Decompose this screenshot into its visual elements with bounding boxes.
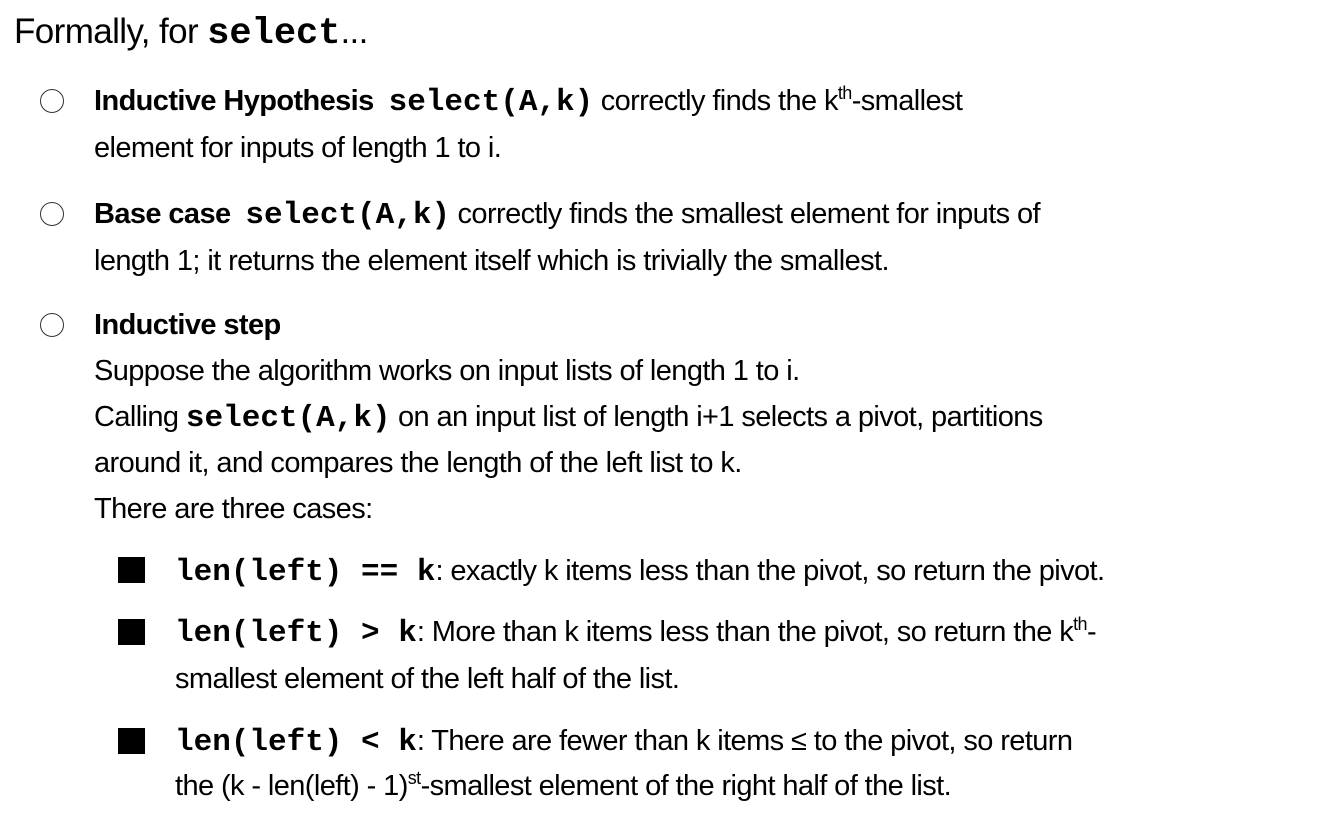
inductive-step-line-5: There are three cases: — [94, 493, 373, 525]
inductive-step-line-3: Calling select(A,k) on an input list of … — [94, 394, 1043, 442]
case-less-line-2: the (k - len(left) - 1)st-smallest eleme… — [175, 763, 952, 809]
title-text: Formally, for — [14, 12, 208, 51]
inductive-step-line-1: Inductive step — [94, 302, 281, 348]
case-code: len(left) == k — [175, 555, 436, 590]
superscript: st — [407, 768, 421, 788]
hypothesis-text-end: -smallest — [851, 85, 963, 117]
base-case-label: Base case — [94, 198, 231, 230]
superscript: th — [837, 83, 852, 103]
hollow-circle-bullet-icon — [40, 202, 64, 226]
text: Calling — [94, 401, 186, 433]
case-text: : More than k items less than the pivot,… — [416, 616, 1074, 648]
hypothesis-label: Inductive Hypothesis — [94, 85, 374, 117]
inductive-step-line-4: around it, and compares the length of th… — [94, 447, 742, 479]
case-text-end: -smallest element of the right half of t… — [420, 770, 952, 802]
case-text: : exactly k items less than the pivot, s… — [435, 555, 1105, 587]
square-bullet-icon — [118, 557, 145, 583]
hollow-circle-bullet-icon — [40, 313, 64, 337]
inductive-step-code: select(A,k) — [185, 401, 391, 436]
slide-title: Formally, for select... — [14, 12, 368, 55]
case-greater-line-1: len(left) > k: More than k items less th… — [175, 609, 1097, 657]
case-text-end: - — [1086, 616, 1097, 648]
hypothesis-line-2: element for inputs of length 1 to i. — [94, 132, 502, 164]
hypothesis-text: correctly finds the k — [593, 85, 839, 117]
hollow-circle-bullet-icon — [40, 89, 64, 113]
title-ellipsis: ... — [340, 12, 368, 51]
case-greater-line-2: smallest element of the left half of the… — [175, 663, 680, 695]
base-case-line-1: Base case select(A,k) correctly finds th… — [94, 191, 1041, 239]
title-code: select — [207, 13, 341, 55]
superscript: th — [1073, 614, 1087, 634]
case-less-line-1: len(left) < k: There are fewer than k it… — [175, 718, 1073, 766]
base-case-code: select(A,k) — [245, 198, 451, 233]
hypothesis-code: select(A,k) — [388, 85, 594, 120]
case-equal-line-1: len(left) == k: exactly k items less tha… — [175, 548, 1105, 596]
case-code: len(left) < k — [175, 725, 417, 760]
hypothesis-line-1: Inductive Hypothesis select(A,k) correct… — [94, 78, 963, 126]
case-code: len(left) > k — [175, 616, 417, 651]
inductive-step-label: Inductive step — [94, 309, 281, 341]
text: on an input list of length i+1 selects a… — [390, 401, 1043, 433]
square-bullet-icon — [118, 728, 145, 754]
case-text: the (k - len(left) - 1) — [175, 770, 408, 802]
square-bullet-icon — [118, 619, 145, 645]
base-case-text: correctly finds the smallest element for… — [450, 198, 1041, 230]
case-text: : There are fewer than k items ≤ to the … — [416, 725, 1073, 757]
base-case-line-2: length 1; it returns the element itself … — [94, 245, 890, 277]
inductive-step-line-2: Suppose the algorithm works on input lis… — [94, 355, 800, 387]
